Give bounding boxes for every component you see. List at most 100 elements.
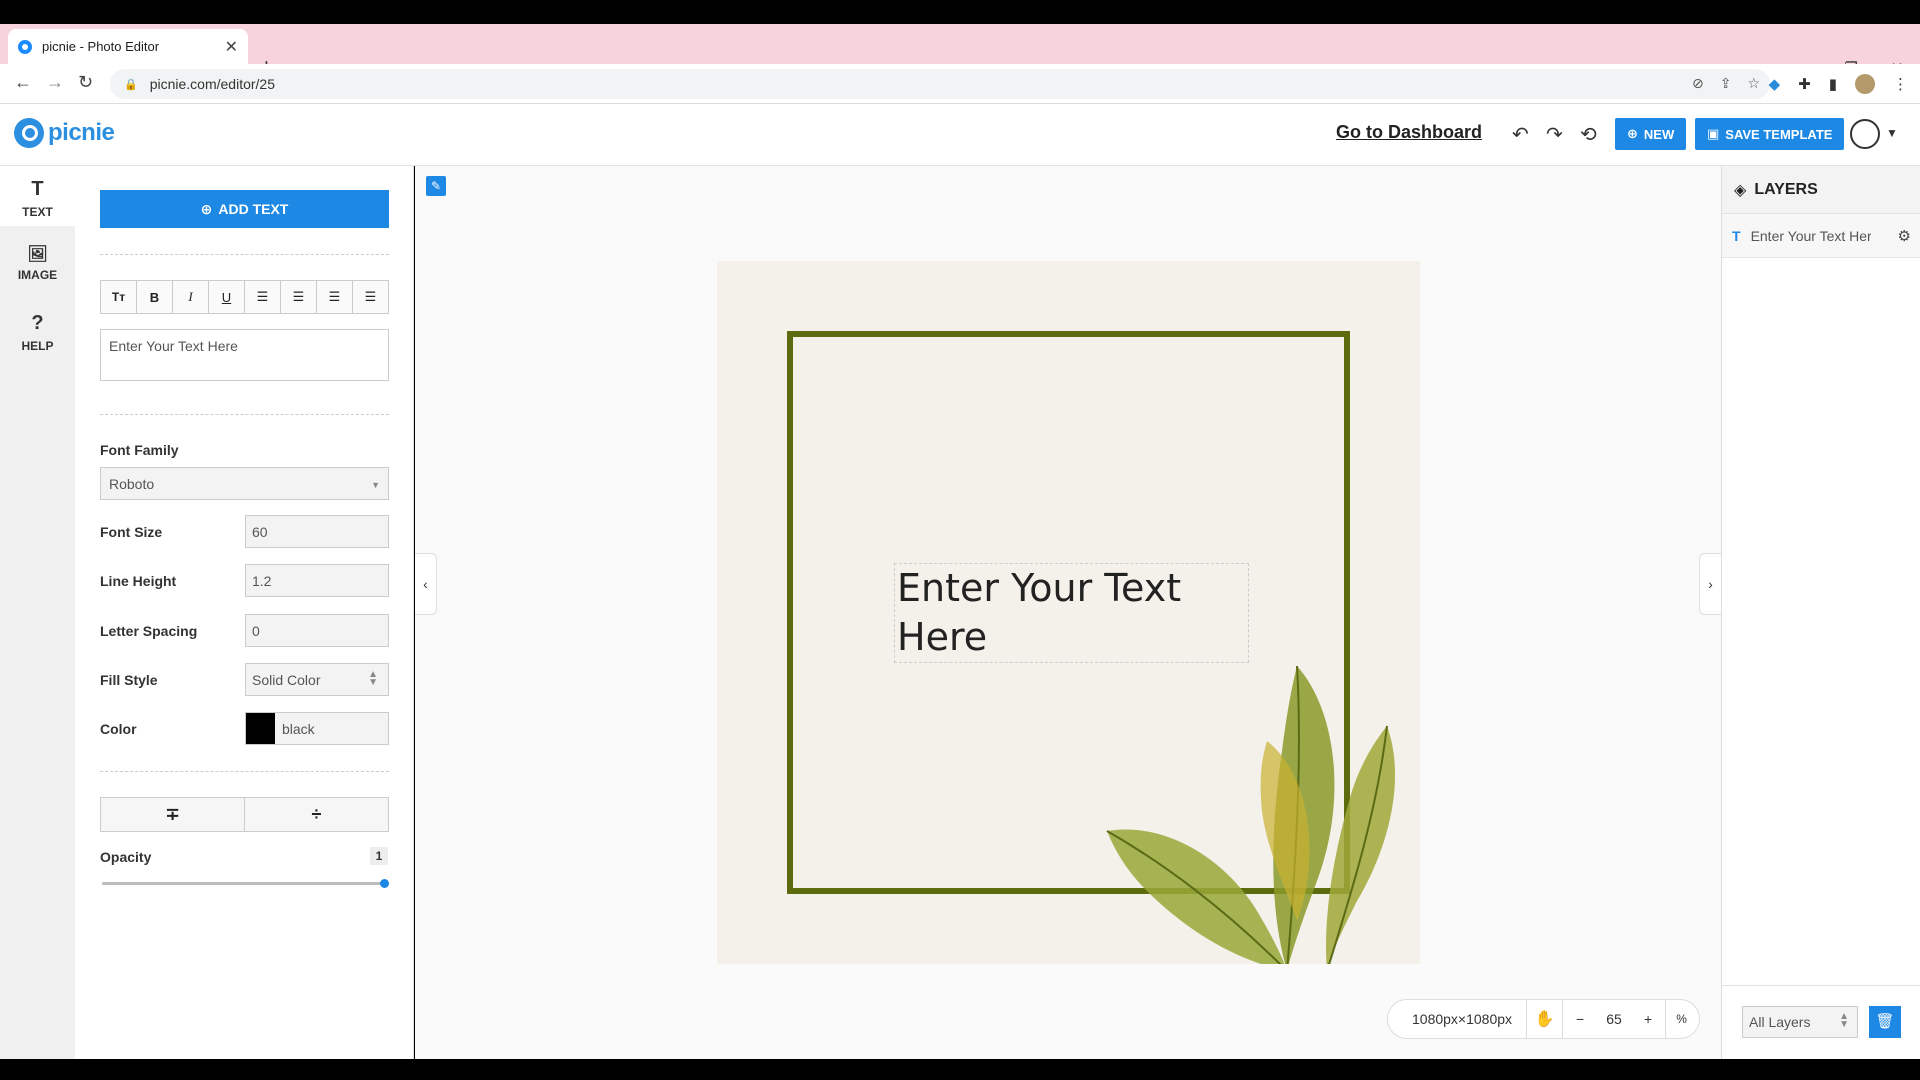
opacity-slider-fill [102,882,385,885]
share-icon[interactable]: ⇪ [1720,75,1732,92]
bold-button[interactable]: B [137,281,173,313]
url-text: picnie.com/editor/25 [149,76,275,92]
rail-item-label: HELP [21,339,54,353]
browser-tab-strip: picnie - Photo Editor ✕ + ⌄ — ❐ ✕ [0,24,1920,79]
canvas-area: ✎ ‹ Enter Your Text Here › 1080px×1080px… [415,166,1721,1059]
layers-title: LAYERS [1754,180,1818,198]
opacity-slider[interactable] [102,879,389,888]
user-account-icon[interactable] [1850,119,1880,149]
color-label: Color [100,721,137,737]
italic-button[interactable]: I [173,281,209,313]
artboard[interactable]: Enter Your Text Here [717,261,1420,964]
picnie-logo[interactable]: picnie [14,118,115,148]
line-height-input[interactable]: 1.2 [245,564,389,597]
rail-item-help[interactable]: ? HELP [0,302,75,362]
center-vertical-button[interactable]: ∓ [101,798,245,831]
divider [100,254,389,255]
tab-close-icon[interactable]: ✕ [225,37,238,57]
forward-icon[interactable]: → [46,72,64,93]
align-right-button[interactable]: ☰ [317,281,353,313]
bookmark-star-icon[interactable]: ☆ [1747,75,1760,92]
back-icon[interactable]: ← [14,72,32,93]
align-center-button[interactable]: ☰ [281,281,317,313]
text-case-button[interactable]: Tт [101,281,137,313]
font-family-value: Roboto [109,476,155,492]
undo-icon[interactable]: ↶ [1512,122,1529,147]
sidebar-icon[interactable]: ▮ [1829,75,1837,93]
font-family-label: Font Family [100,442,179,458]
extension-icon[interactable]: ◆ [1769,75,1781,93]
position-toolbar: ∓ ÷ [100,797,389,832]
menu-dots-icon[interactable]: ⋮ [1893,75,1908,93]
color-picker[interactable]: black [245,712,389,745]
text-content-textarea[interactable]: Enter Your Text Here [100,329,389,381]
zoom-value[interactable]: 65 [1597,1011,1631,1027]
new-button-label: NEW [1643,126,1675,142]
layer-filter-value: All Layers [1749,1014,1811,1030]
rail-item-image[interactable]: 🖼 IMAGE [0,234,75,294]
new-button[interactable]: ⊕ NEW [1615,118,1687,150]
font-size-input[interactable]: 60 [245,515,389,548]
font-family-select[interactable]: Roboto ▼ [100,467,389,500]
canvas-text-line: Enter Your Text [897,566,1182,610]
browser-tab[interactable]: picnie - Photo Editor ✕ [8,29,248,64]
opacity-label: Opacity [100,849,152,865]
layer-filter-select[interactable]: All Layers ▲ ▼ [1742,1006,1858,1038]
zoom-in-button[interactable]: + [1631,1011,1665,1027]
zoom-bar: 1080px×1080px ✋ − 65 + % [1387,999,1700,1039]
layers-footer: All Layers ▲ ▼ 🗑 [1722,985,1920,1059]
go-to-dashboard-link[interactable]: Go to Dashboard [1336,122,1482,143]
letter-spacing-input[interactable]: 0 [245,614,389,647]
chevron-down-icon[interactable]: ▼ [1886,126,1898,140]
logo-text: picnie [48,119,115,146]
chevron-down-icon: ▼ [371,480,380,490]
gear-icon[interactable]: ⚙ [1898,227,1911,245]
text-format-toolbar: Tт B I U ☰ ☰ ☰ ☰ [100,280,389,314]
fill-style-select[interactable]: Solid Color ▲ ▼ [245,663,389,696]
save-template-button[interactable]: ▣ SAVE TEMPLATE [1695,118,1845,150]
color-swatch[interactable] [246,713,275,744]
text-layer-icon: T [1732,227,1741,244]
url-field[interactable]: 🔒 picnie.com/editor/25 ⊘ ⇪ ☆ [110,69,1770,99]
line-height-label: Line Height [100,573,177,589]
eye-off-icon[interactable]: ⊘ [1692,75,1704,92]
tab-title: picnie - Photo Editor [42,39,160,54]
center-horizontal-button[interactable]: ÷ [245,798,388,831]
redo-icon[interactable]: ↷ [1546,122,1563,147]
extension-icons: ◆ ✚ ▮ ⋮ [1769,74,1908,94]
align-left-button[interactable]: ☰ [245,281,281,313]
add-text-button[interactable]: ⊕ ADD TEXT [100,190,389,228]
watercolor-leaves-image[interactable] [1087,651,1420,964]
fill-style-value: Solid Color [252,672,321,688]
history-icon[interactable]: ⟲ [1580,122,1597,147]
lock-icon: 🔒 [124,78,138,91]
puzzle-icon[interactable]: ✚ [1798,75,1811,93]
help-icon: ? [31,312,44,334]
zoom-percent-button[interactable]: % [1665,1000,1697,1038]
align-justify-button[interactable]: ☰ [353,281,388,313]
plus-circle-icon: ⊕ [1627,126,1638,141]
rail-item-text[interactable]: T TEXT [0,166,75,226]
rail-item-label: TEXT [22,205,53,219]
underline-button[interactable]: U [209,281,245,313]
bottom-black-bar [0,1059,1920,1080]
layer-name: Enter Your Text Here [1750,227,1871,244]
browser-address-bar: ← → ↻ 🔒 picnie.com/editor/25 ⊘ ⇪ ☆ ◆ ✚ ▮… [0,64,1920,104]
collapse-left-panel-button[interactable]: ‹ [415,553,437,615]
save-icon: ▣ [1707,126,1720,141]
rail-item-label: IMAGE [17,268,58,282]
profile-avatar[interactable] [1855,74,1875,94]
hand-pan-icon[interactable]: ✋ [1527,1000,1564,1038]
edit-canvas-icon[interactable]: ✎ [426,176,446,196]
opacity-slider-thumb[interactable] [380,879,389,888]
fill-style-label: Fill Style [100,672,158,688]
canvas-text-object[interactable]: Enter Your Text Here [894,563,1249,663]
font-size-label: Font Size [100,524,163,540]
reload-icon[interactable]: ↻ [78,72,93,93]
layer-item[interactable]: T Enter Your Text Here ⚙ [1722,214,1920,258]
collapse-right-panel-button[interactable]: › [1699,553,1721,615]
canvas-text-line: Here [897,615,988,660]
delete-layer-button[interactable]: 🗑 [1869,1006,1901,1038]
zoom-out-button[interactable]: − [1563,1011,1597,1027]
updown-icon: ▲ ▼ [1839,1011,1849,1030]
